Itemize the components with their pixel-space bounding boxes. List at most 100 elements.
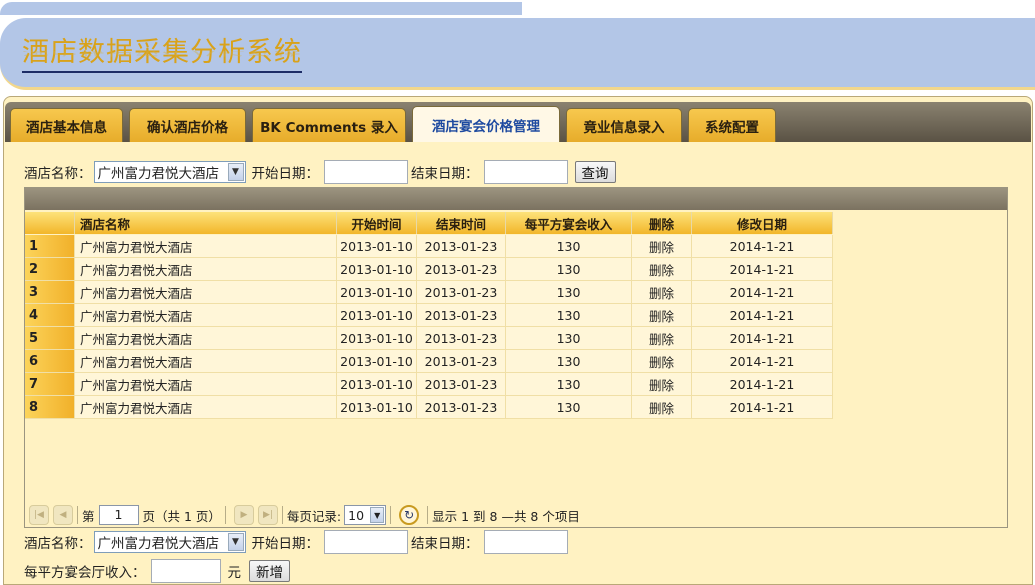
chevron-down-icon[interactable]: ▼: [227, 163, 244, 181]
next-page-icon[interactable]: ▶: [233, 505, 254, 525]
hotel-name-select[interactable]: 广州富力君悦大酒店 ▼: [93, 161, 246, 183]
query-button[interactable]: 查询: [574, 161, 616, 183]
table-row[interactable]: 7 广州富力君悦大酒店 2013-01-10 2013-01-23 130 删除 2014-…: [25, 373, 833, 396]
add-end-date-input[interactable]: [483, 530, 568, 554]
per-page-select[interactable]: 10 ▼: [344, 505, 387, 525]
income-input[interactable]: [150, 559, 221, 583]
prev-page-icon[interactable]: ◀: [53, 505, 73, 525]
page: 酒店数据采集分析系统 酒店数据采集分析系统 酒店基本信息 确认酒店价格 BK C…: [0, 0, 1035, 585]
table-row[interactable]: 4 广州富力君悦大酒店 2013-01-10 2013-01-23 130 删除 2014-…: [25, 304, 833, 327]
cell-hotel-name: 广州富力君悦大酒店: [75, 281, 337, 304]
cell-income: 130: [506, 281, 632, 304]
delete-link[interactable]: 删除: [632, 396, 692, 419]
pager-separator: [281, 506, 283, 524]
tab-competitor-info-entry[interactable]: 竟业信息录入: [566, 108, 682, 142]
search-form: 酒店名称： 广州富力君悦大酒店 ▼ 开始日期： 结束日期： 查询: [24, 160, 616, 184]
cell-income: 130: [506, 350, 632, 373]
app-header: 酒店数据采集分析系统 酒店数据采集分析系统: [0, 18, 1035, 90]
cell-end-time: 2013-01-23: [417, 304, 506, 327]
delete-link[interactable]: 删除: [632, 258, 692, 281]
add-hotel-name-label: 酒店名称：: [24, 536, 92, 552]
cell-income: 130: [506, 396, 632, 419]
tab-hotel-basic-info[interactable]: 酒店基本信息: [10, 108, 123, 142]
cell-end-time: 2013-01-23: [417, 396, 506, 419]
delete-link[interactable]: 删除: [632, 373, 692, 396]
last-page-icon[interactable]: ▶|: [257, 505, 278, 525]
cell-hotel-name: 广州富力君悦大酒店: [75, 304, 337, 327]
row-number: 6: [25, 350, 75, 373]
cell-income: 130: [506, 258, 632, 281]
table-row[interactable]: 6 广州富力君悦大酒店 2013-01-10 2013-01-23 130 删除 2014-…: [25, 350, 833, 373]
column-header-delete[interactable]: 删除: [632, 212, 692, 234]
cell-end-time: 2013-01-23: [417, 350, 506, 373]
tab-confirm-hotel-price[interactable]: 确认酒店价格: [129, 108, 246, 142]
page-prefix-label: 第: [82, 508, 95, 524]
table-row[interactable]: 8 广州富力君悦大酒店 2013-01-10 2013-01-23 130 删除 2014-…: [25, 396, 833, 419]
tab-bk-comments-entry[interactable]: BK Comments 录入: [252, 108, 406, 142]
cell-start-time: 2013-01-10: [337, 396, 417, 419]
table-row[interactable]: 1 广州富力君悦大酒店 2013-01-10 2013-01-23 130 删除 2014-…: [25, 235, 833, 258]
column-header-row-number: [25, 212, 75, 234]
column-header-modified-date[interactable]: 修改日期: [692, 212, 833, 234]
cell-start-time: 2013-01-10: [337, 304, 417, 327]
cell-modified-date: 2014-1-21: [692, 373, 833, 396]
tab-bar: 酒店基本信息 确认酒店价格 BK Comments 录入 酒店宴会价格管理 竟业…: [5, 102, 1031, 142]
cell-modified-date: 2014-1-21: [692, 304, 833, 327]
column-header-end-time[interactable]: 结束时间: [417, 212, 506, 234]
delete-link[interactable]: 删除: [632, 235, 692, 258]
income-label: 每平方宴会厅收入：: [24, 565, 146, 581]
cell-modified-date: 2014-1-21: [692, 350, 833, 373]
hotel-name-label: 酒店名称：: [24, 166, 92, 182]
delete-link[interactable]: 删除: [632, 350, 692, 373]
row-number: 1: [25, 235, 75, 258]
cell-start-time: 2013-01-10: [337, 258, 417, 281]
tab-banquet-price-management[interactable]: 酒店宴会价格管理: [412, 106, 560, 142]
start-date-label: 开始日期：: [251, 166, 320, 182]
hotel-name-select-value: 广州富力君悦大酒店: [97, 166, 220, 182]
cell-hotel-name: 广州富力君悦大酒店: [75, 350, 337, 373]
table-row[interactable]: 2 广州富力君悦大酒店 2013-01-10 2013-01-23 130 删除 2014-…: [25, 258, 833, 281]
refresh-icon[interactable]: ↻: [399, 505, 420, 525]
start-date-input[interactable]: [324, 160, 408, 184]
cell-income: 130: [506, 304, 632, 327]
chevron-down-icon[interactable]: ▼: [370, 507, 385, 523]
cell-end-time: 2013-01-23: [417, 327, 506, 350]
cell-hotel-name: 广州富力君悦大酒店: [75, 235, 337, 258]
add-hotel-name-select[interactable]: 广州富力君悦大酒店 ▼: [93, 531, 246, 553]
column-header-hotel-name[interactable]: 酒店名称: [75, 212, 337, 234]
delete-link[interactable]: 删除: [632, 281, 692, 304]
table-row[interactable]: 5 广州富力君悦大酒店 2013-01-10 2013-01-23 130 删除 2014-…: [25, 327, 833, 350]
cell-end-time: 2013-01-23: [417, 281, 506, 304]
cell-modified-date: 2014-1-21: [692, 327, 833, 350]
cell-end-time: 2013-01-23: [417, 235, 506, 258]
per-page-value: 10: [348, 507, 365, 523]
pager-separator: [390, 506, 392, 524]
chevron-down-icon[interactable]: ▼: [227, 533, 244, 551]
pager: |◀ ◀ 第 1 页（共 1 页） ▶ ▶| 每页记录: 10 ▼ ↻ 显示 1 …: [25, 503, 1007, 527]
add-hotel-name-select-value: 广州富力君悦大酒店: [97, 536, 220, 552]
first-page-icon[interactable]: |◀: [29, 505, 49, 525]
add-start-date-input[interactable]: [324, 530, 408, 554]
row-number: 3: [25, 281, 75, 304]
add-button[interactable]: 新增: [249, 560, 290, 582]
cell-start-time: 2013-01-10: [337, 350, 417, 373]
page-number-input[interactable]: 1: [98, 505, 139, 525]
cell-start-time: 2013-01-10: [337, 235, 417, 258]
table-row[interactable]: 3 广州富力君悦大酒店 2013-01-10 2013-01-23 130 删除 2014-…: [25, 281, 833, 304]
row-number: 7: [25, 373, 75, 396]
end-date-label: 结束日期：: [411, 166, 479, 182]
column-header-income-per-sqm[interactable]: 每平方宴会收入: [506, 212, 632, 234]
delete-link[interactable]: 删除: [632, 304, 692, 327]
row-number: 4: [25, 304, 75, 327]
pager-separator: [77, 506, 78, 524]
column-header-start-time[interactable]: 开始时间: [337, 212, 417, 234]
per-page-label: 每页记录:: [286, 508, 342, 524]
pager-summary: 显示 1 到 8 —共 8 个项目: [432, 508, 580, 524]
tab-system-config[interactable]: 系统配置: [688, 108, 776, 142]
end-date-input[interactable]: [483, 160, 568, 184]
cell-income: 130: [506, 327, 632, 350]
delete-link[interactable]: 删除: [632, 327, 692, 350]
cell-start-time: 2013-01-10: [337, 373, 417, 396]
add-end-date-label: 结束日期：: [411, 536, 479, 552]
cell-modified-date: 2014-1-21: [692, 258, 833, 281]
